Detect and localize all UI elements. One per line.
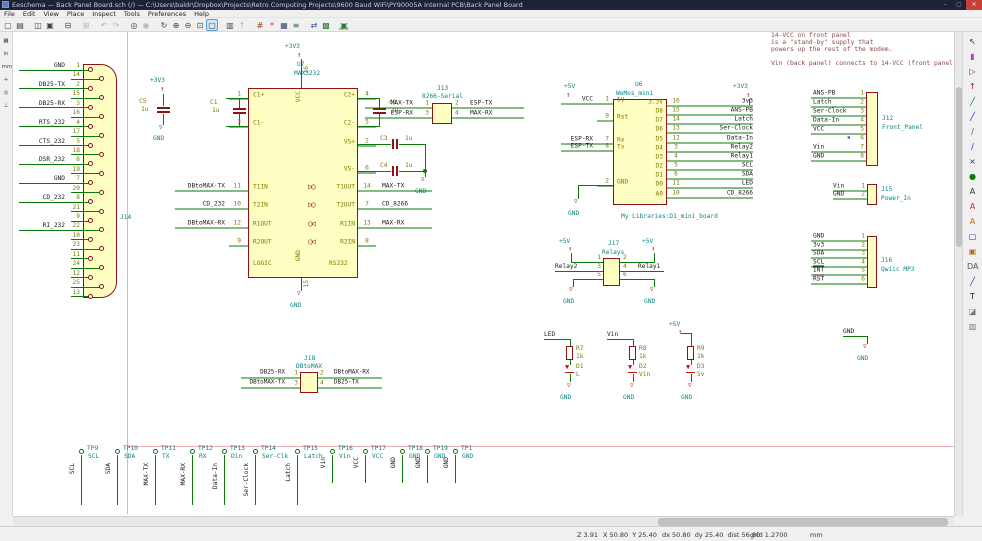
test-points: TP9 SCL SCL TP10 SDA SDA TP11 TX MAX-TX … [13, 32, 954, 516]
status-grid: grid 1.2700 [750, 531, 788, 539]
run-pcbnew-button[interactable]: ▩ [320, 19, 332, 31]
cursor-shape-button[interactable]: + [1, 74, 12, 85]
units-mm-button[interactable]: mm [1, 61, 12, 72]
test-point-pad-icon [330, 449, 335, 454]
test-point-pad-icon [222, 449, 227, 454]
navigate-hierarchy-button[interactable]: ▥ [224, 19, 236, 31]
zoom-fit-button[interactable]: ⊡ [194, 19, 206, 31]
hierarchical-sheet-tool-button[interactable]: ▢ [966, 230, 979, 243]
test-point-pad-icon [115, 449, 120, 454]
global-label-tool-button[interactable]: A [966, 200, 979, 213]
title-bar: Eeschema — Back Panel Board.sch (/) — C:… [0, 0, 982, 10]
zoom-to-selection-button[interactable]: ▢ [206, 19, 218, 31]
page-settings-button[interactable]: ▣ [44, 19, 56, 31]
close-button[interactable]: × [966, 0, 982, 10]
generate-bom-button[interactable]: ≡ [290, 19, 302, 31]
test-point-pad-icon [400, 449, 405, 454]
test-point-pad-icon [253, 449, 258, 454]
place-wire-tool-button[interactable]: ╱ [966, 95, 979, 108]
status-zoom-level: Z 3.91 [577, 531, 598, 539]
edit-symbol-fields-button[interactable]: ▦ [278, 19, 290, 31]
menu-item[interactable]: Tools [120, 10, 144, 17]
status-units: mm [810, 531, 823, 539]
test-point-pad-icon [190, 449, 195, 454]
left-toolbar: ▦ in mm + ◎ ⊥ [0, 32, 13, 516]
highlight-net-tool-button[interactable]: ▮ [966, 50, 979, 63]
redo-button[interactable]: ↷ [110, 19, 122, 31]
eeschema-window: Eeschema — Back Panel Board.sch (/) — C:… [0, 0, 982, 541]
app-icon [2, 1, 9, 8]
place-power-port-tool-button[interactable]: ↑ [966, 80, 979, 93]
test-point-pad-icon [425, 449, 430, 454]
annotate-button[interactable]: # [254, 19, 266, 31]
test-point-pad-icon [453, 449, 458, 454]
menu-item[interactable]: Preferences [144, 10, 190, 17]
erc-button[interactable]: * [266, 19, 278, 31]
no-connect-flag-tool-button[interactable]: × [966, 155, 979, 168]
junction-tool-button[interactable]: ● [966, 170, 979, 183]
find-button[interactable]: ◎ [128, 19, 140, 31]
menu-item[interactable]: File [0, 10, 19, 17]
schematic-canvas[interactable]: 14-VCC on front panel is a "stand-by" su… [13, 32, 954, 516]
grid-toggle-button[interactable]: ▦ [1, 35, 12, 46]
menu-item[interactable]: Help [190, 10, 213, 17]
save-button[interactable]: ◫ [32, 19, 44, 31]
new-schematic-button[interactable]: ▢ [2, 19, 14, 31]
menu-bar: FileEditViewPlaceInspectToolsPreferences… [0, 10, 982, 18]
test-point-pad-icon [153, 449, 158, 454]
place-symbol-tool-button[interactable]: ▷ [966, 65, 979, 78]
minimize-button[interactable]: – [938, 0, 952, 10]
menu-item[interactable]: Place [63, 10, 88, 17]
status-cursor-position: X 50.80 Y 25.40 [603, 531, 657, 539]
back-annotate-button[interactable]: ▣BACK [338, 19, 350, 31]
horizontal-scrollbar-thumb[interactable] [658, 518, 948, 526]
import-sheet-pin-tool-button[interactable]: ▣ [966, 245, 979, 258]
hidden-pins-toggle-button[interactable]: ◎ [1, 87, 12, 98]
place-bus-tool-button[interactable]: ╱ [966, 110, 979, 123]
find-replace-button[interactable]: ◉ [140, 19, 152, 31]
bus-to-bus-entry-tool-button[interactable]: ∕ [966, 140, 979, 153]
zoom-in-button[interactable]: ⊕ [170, 19, 182, 31]
window-title: Eeschema — Back Panel Board.sch (/) — C:… [12, 0, 523, 10]
menu-item[interactable]: View [39, 10, 62, 17]
da-sheet-pin-tool-button[interactable]: DA [966, 260, 979, 273]
text-tool-button[interactable]: T [966, 290, 979, 303]
wire-to-bus-entry-tool-button[interactable]: ∕ [966, 125, 979, 138]
open-schematic-button[interactable]: ▤ [14, 19, 26, 31]
status-bar: Z 3.91 X 50.80 Y 25.40 dx 50.80 dy 25.40… [0, 526, 982, 541]
graphic-line-tool-button[interactable]: ╱ [966, 275, 979, 288]
horizontal-scrollbar[interactable] [13, 516, 954, 526]
test-point-pad-icon [79, 449, 84, 454]
paste-button[interactable]: ⊞ [80, 19, 92, 31]
maximize-button[interactable]: ▢ [952, 0, 966, 10]
menu-item[interactable]: Inspect [88, 10, 120, 17]
leave-sheet-button[interactable]: ↑ [236, 19, 248, 31]
print-button[interactable]: ⊟ [62, 19, 74, 31]
cursor-tool-button[interactable]: ↖ [966, 35, 979, 48]
hierarchical-label-tool-button[interactable]: A [966, 215, 979, 228]
menu-item[interactable]: Edit [19, 10, 40, 17]
test-point-pad-icon [363, 449, 368, 454]
top-toolbar: ▢▤◫▣⊟⊞↶↷◎◉↻⊕⊖⊡▢▥↑#*▦≡⇄▩▣BACK [0, 18, 982, 32]
refresh-view-button[interactable]: ↻ [158, 19, 170, 31]
image-tool-button[interactable]: ◪ [966, 305, 979, 318]
units-inch-button[interactable]: in [1, 48, 12, 59]
hv-wires-toggle-button[interactable]: ⊥ [1, 100, 12, 111]
assign-footprints-button[interactable]: ⇄ [308, 19, 320, 31]
undo-button[interactable]: ↶ [98, 19, 110, 31]
right-toolbar: ↖▮▷↑╱╱∕∕×●AAA▢▣DA╱T◪▥ [962, 32, 982, 516]
test-point-pad-icon [295, 449, 300, 454]
zoom-out-button[interactable]: ⊖ [182, 19, 194, 31]
vertical-scrollbar[interactable] [954, 32, 962, 516]
net-label-tool-button[interactable]: A [966, 185, 979, 198]
status-delta: dx 50.80 dy 25.40 dist 56.80 [662, 531, 760, 539]
delete-tool-button[interactable]: ▥ [966, 320, 979, 333]
